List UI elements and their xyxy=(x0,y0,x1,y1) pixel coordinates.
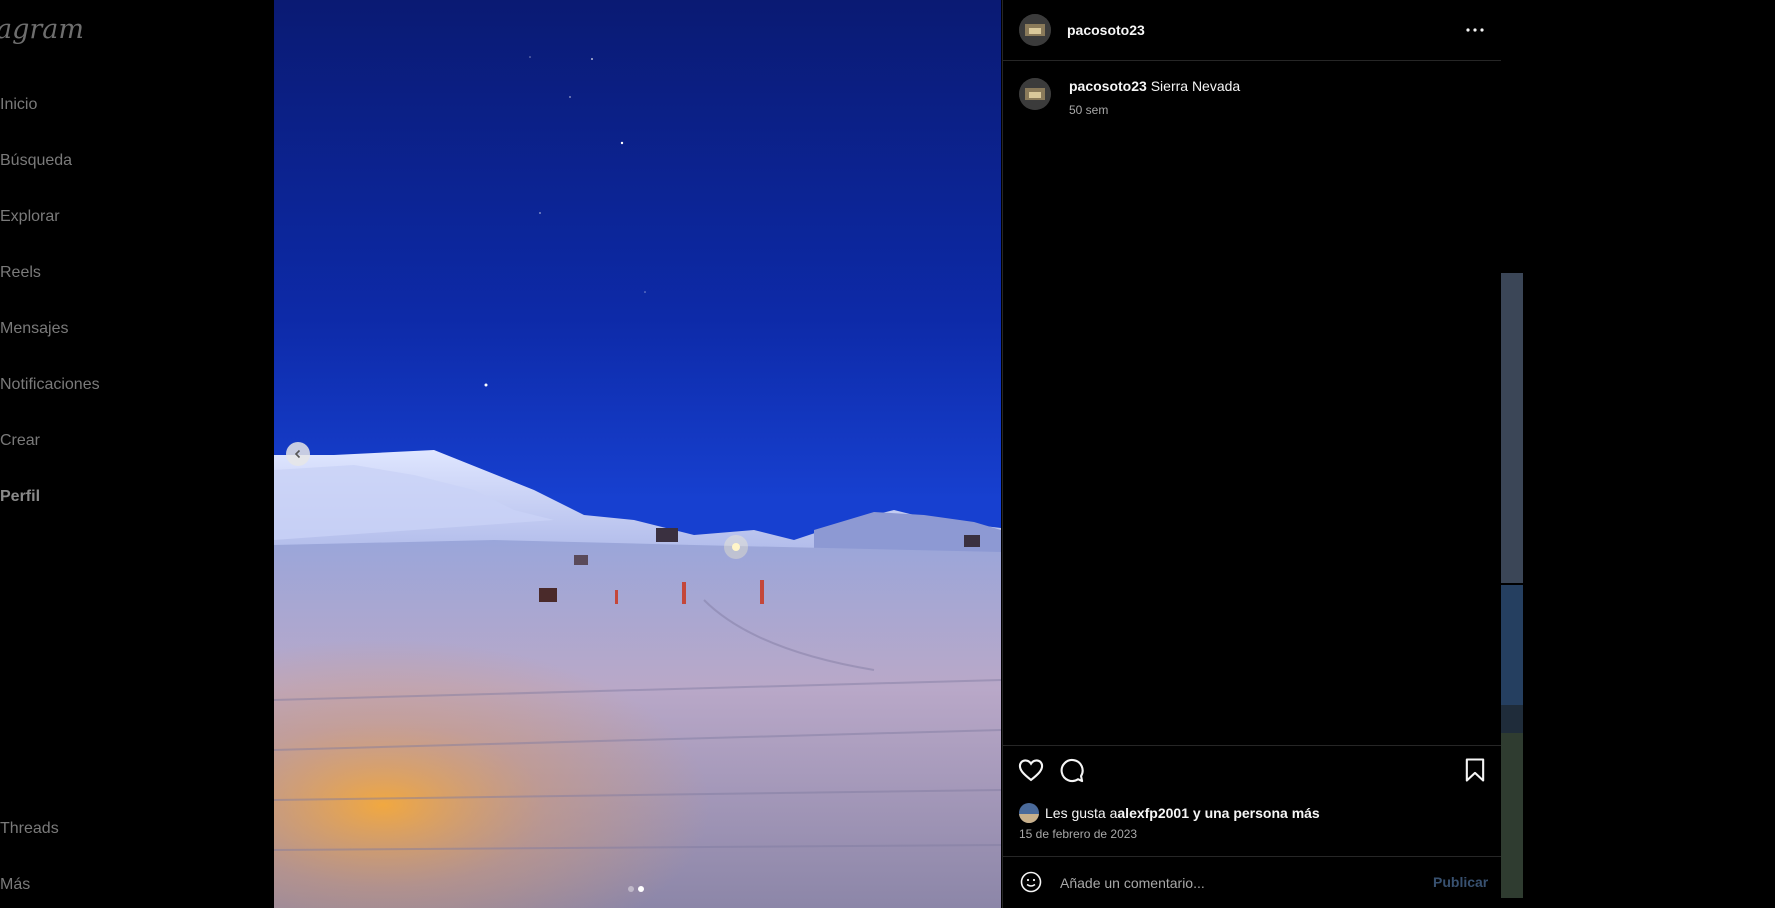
likes-others-link[interactable]: y una persona más xyxy=(1189,805,1320,821)
sidebar-item-crear[interactable]: Crear xyxy=(0,432,40,450)
sidebar-item-busqueda[interactable]: Búsqueda xyxy=(0,152,72,170)
sidebar-item-mensajes[interactable]: Mensajes xyxy=(0,320,68,338)
more-options-button[interactable] xyxy=(1463,18,1487,42)
emoji-button[interactable] xyxy=(1019,870,1043,894)
avatar-image xyxy=(1019,78,1051,110)
carousel-dot-active xyxy=(638,886,644,892)
sidebar-item-explorar[interactable]: Explorar xyxy=(0,208,60,226)
comment-input[interactable] xyxy=(1058,868,1402,898)
like-button[interactable] xyxy=(1017,756,1045,784)
likes-summary: Les gusta a alexfp2001 y una persona más xyxy=(1019,803,1320,823)
publish-button[interactable]: Publicar xyxy=(1433,874,1488,890)
emoji-icon xyxy=(1020,871,1042,893)
post-actions: Les gusta a alexfp2001 y una persona más… xyxy=(1003,745,1501,857)
background-feed-sliver xyxy=(1501,273,1523,898)
heart-icon xyxy=(1018,759,1044,782)
author-username[interactable]: pacosoto23 xyxy=(1067,22,1145,38)
post-image[interactable] xyxy=(274,0,1001,908)
author-avatar[interactable] xyxy=(1019,14,1051,46)
comment-form: Publicar xyxy=(1003,856,1501,908)
bookmark-icon xyxy=(1465,758,1485,782)
comment-button[interactable] xyxy=(1057,756,1085,784)
sidebar-item-threads[interactable]: Threads xyxy=(0,820,59,838)
carousel-prev-button[interactable] xyxy=(286,442,310,466)
caption: pacosoto23 Sierra Nevada xyxy=(1069,78,1240,94)
sidebar-item-reels[interactable]: Reels xyxy=(0,264,41,282)
sidebar-item-perfil[interactable]: Perfil xyxy=(0,488,40,506)
sidebar-item-mas[interactable]: Más xyxy=(0,876,30,894)
chevron-left-icon xyxy=(294,449,301,459)
avatar-image xyxy=(1019,14,1051,46)
liker-avatar[interactable] xyxy=(1019,803,1039,823)
caption-username[interactable]: pacosoto23 xyxy=(1069,78,1147,94)
post-header: pacosoto23 xyxy=(1003,0,1501,61)
caption-author-avatar[interactable] xyxy=(1019,78,1051,110)
likes-prefix: Les gusta a xyxy=(1045,805,1118,821)
caption-timestamp[interactable]: 50 sem xyxy=(1069,103,1108,117)
post-details-panel: pacosoto23 pacosoto23 Sierra Nevada 50 s… xyxy=(1002,0,1501,908)
avatar-image xyxy=(1019,803,1039,823)
more-horizontal-icon xyxy=(1466,28,1484,32)
comment-bubble-icon xyxy=(1060,759,1084,783)
sidebar: agram Inicio Búsqueda Explorar Reels Men… xyxy=(0,0,273,908)
carousel-indicator xyxy=(628,886,644,892)
background-thumbnails xyxy=(1501,273,1523,898)
likes-user-link[interactable]: alexfp2001 xyxy=(1117,805,1189,821)
sidebar-item-notificaciones[interactable]: Notificaciones xyxy=(0,376,100,394)
sidebar-item-inicio[interactable]: Inicio xyxy=(0,96,37,114)
save-button[interactable] xyxy=(1461,756,1489,784)
caption-text: Sierra Nevada xyxy=(1150,78,1241,94)
ski-slope-photo xyxy=(274,0,1001,908)
instagram-logo[interactable]: agram xyxy=(0,14,84,45)
carousel-dot xyxy=(628,886,634,892)
post-date: 15 de febrero de 2023 xyxy=(1019,827,1138,841)
